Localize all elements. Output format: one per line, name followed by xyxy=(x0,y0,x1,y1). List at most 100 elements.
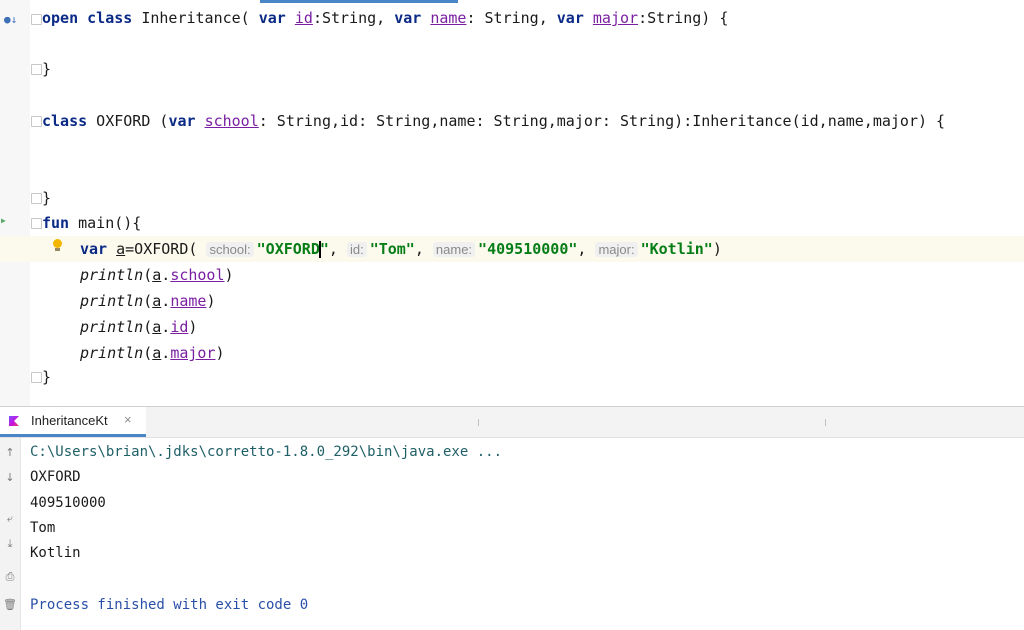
keyword: var xyxy=(556,9,584,27)
property-id[interactable]: id xyxy=(170,318,188,336)
run-tab-label: InheritanceKt xyxy=(31,413,108,428)
code-text: ) xyxy=(215,344,225,362)
code-text: main(){ xyxy=(69,214,142,232)
editor-tab-indicator xyxy=(260,0,458,3)
keyword: open xyxy=(42,9,79,27)
variable-a[interactable]: a xyxy=(152,344,161,362)
code-line-8[interactable]: println(a.name) xyxy=(80,288,215,314)
function-call: println xyxy=(80,292,144,310)
code-text: ) xyxy=(206,292,216,310)
code-text: . xyxy=(161,266,171,284)
keyword: class xyxy=(42,112,88,130)
keyword: var xyxy=(80,240,108,258)
parameter-hint: id: xyxy=(346,242,367,257)
code-text: ( xyxy=(143,266,153,284)
property-major[interactable]: major xyxy=(593,9,638,27)
code-text: . xyxy=(161,292,171,310)
string-literal: "409510000" xyxy=(478,240,578,258)
fold-marker[interactable] xyxy=(31,218,42,229)
fold-marker[interactable] xyxy=(31,193,42,204)
string-literal: " xyxy=(319,240,329,258)
down-arrow-icon[interactable]: ↓ xyxy=(3,471,17,485)
run-tab-bar: InheritanceKt × xyxy=(0,407,1024,438)
variable-a[interactable]: a xyxy=(116,240,125,258)
code-text: ) xyxy=(188,318,198,336)
up-arrow-icon[interactable]: ↑ xyxy=(3,446,17,460)
property-school[interactable]: school xyxy=(205,112,259,130)
string-literal: "Kotlin" xyxy=(640,240,713,258)
code-text: :String) { xyxy=(638,9,729,27)
code-text: ) xyxy=(224,266,234,284)
trash-icon[interactable]: 🗑 xyxy=(3,598,17,612)
soft-wrap-icon[interactable]: ⤶ xyxy=(3,512,17,526)
string-literal: "OXFORD xyxy=(256,240,320,258)
code-line-11[interactable]: } xyxy=(42,364,51,390)
function-call: println xyxy=(80,266,144,284)
code-line-10[interactable]: println(a.major) xyxy=(80,340,225,366)
property-school[interactable]: school xyxy=(170,266,224,284)
code-text: ( xyxy=(143,318,153,336)
console-output-line[interactable]: OXFORD xyxy=(30,469,81,485)
print-icon[interactable]: ⎙ xyxy=(3,570,17,584)
code-text: , xyxy=(414,240,433,258)
code-editor[interactable]: ●↓ ▶ open class Inheritance( var id:Stri… xyxy=(0,0,1024,406)
code-text: Inheritance( xyxy=(132,9,259,27)
variable-a[interactable]: a xyxy=(152,266,161,284)
kotlin-file-icon xyxy=(9,416,19,426)
editor-gutter[interactable] xyxy=(0,0,30,406)
code-text: } xyxy=(42,368,52,386)
parameter-hint: school: xyxy=(206,242,254,257)
console-output-line[interactable]: Tom xyxy=(30,520,55,536)
code-text: } xyxy=(42,189,52,207)
code-line-5[interactable]: fun main(){ xyxy=(42,210,141,236)
code-line-9[interactable]: println(a.id) xyxy=(80,314,197,340)
run-arrow-icon[interactable]: ▶ xyxy=(1,216,6,225)
code-text: ) xyxy=(712,240,722,258)
property-name[interactable]: name xyxy=(170,292,206,310)
code-line-7[interactable]: println(a.school) xyxy=(80,262,234,288)
function-call: println xyxy=(80,318,144,336)
parameter-hint: name: xyxy=(432,242,476,257)
code-line-4[interactable]: } xyxy=(42,185,51,211)
code-text: : String, xyxy=(466,9,557,27)
fold-marker[interactable] xyxy=(31,116,42,127)
parameter-hint: major: xyxy=(595,242,638,257)
code-line-6[interactable]: var a=OXFORD( school: "OXFORD", id: "Tom",… xyxy=(80,236,722,262)
property-id[interactable]: id xyxy=(295,9,313,27)
run-tab-inheritancekt[interactable]: InheritanceKt × xyxy=(0,407,146,437)
fold-marker[interactable] xyxy=(31,14,42,25)
console-output-line[interactable]: 409510000 xyxy=(30,495,106,511)
string-literal: "Tom" xyxy=(369,240,415,258)
lightbulb-icon[interactable] xyxy=(52,239,63,252)
console-output-line[interactable]: Kotlin xyxy=(30,545,81,561)
run-toolbar: ↑ ↓ ⤶ ⤓ ⎙ 🗑 xyxy=(0,438,21,630)
fold-marker[interactable] xyxy=(31,372,42,383)
keyword: var xyxy=(258,9,286,27)
keyword: var xyxy=(394,9,422,27)
keyword: class xyxy=(87,9,133,27)
scroll-to-end-icon[interactable]: ⤓ xyxy=(3,537,17,551)
code-line-1[interactable]: open class Inheritance( var id:String, v… xyxy=(42,5,728,31)
property-name[interactable]: name xyxy=(430,9,466,27)
console-command-line[interactable]: C:\Users\brian\.jdks\corretto-1.8.0_292\… xyxy=(30,444,502,460)
fold-marker[interactable] xyxy=(31,64,42,75)
variable-a[interactable]: a xyxy=(152,318,161,336)
separator xyxy=(478,419,479,426)
separator xyxy=(825,419,826,426)
run-config-icon[interactable]: ●↓ xyxy=(4,13,17,26)
keyword: var xyxy=(168,112,196,130)
code-text: , xyxy=(328,240,347,258)
close-icon[interactable]: × xyxy=(124,412,132,427)
variable-a[interactable]: a xyxy=(152,292,161,310)
code-text: } xyxy=(42,60,52,78)
property-major[interactable]: major xyxy=(170,344,215,362)
code-text: :String, xyxy=(312,9,395,27)
code-text: ( xyxy=(143,292,153,310)
code-line-2[interactable]: } xyxy=(42,56,51,82)
code-line-3[interactable]: class OXFORD (var school: String,id: Str… xyxy=(42,108,945,134)
console-exit-message[interactable]: Process finished with exit code 0 xyxy=(30,597,308,613)
